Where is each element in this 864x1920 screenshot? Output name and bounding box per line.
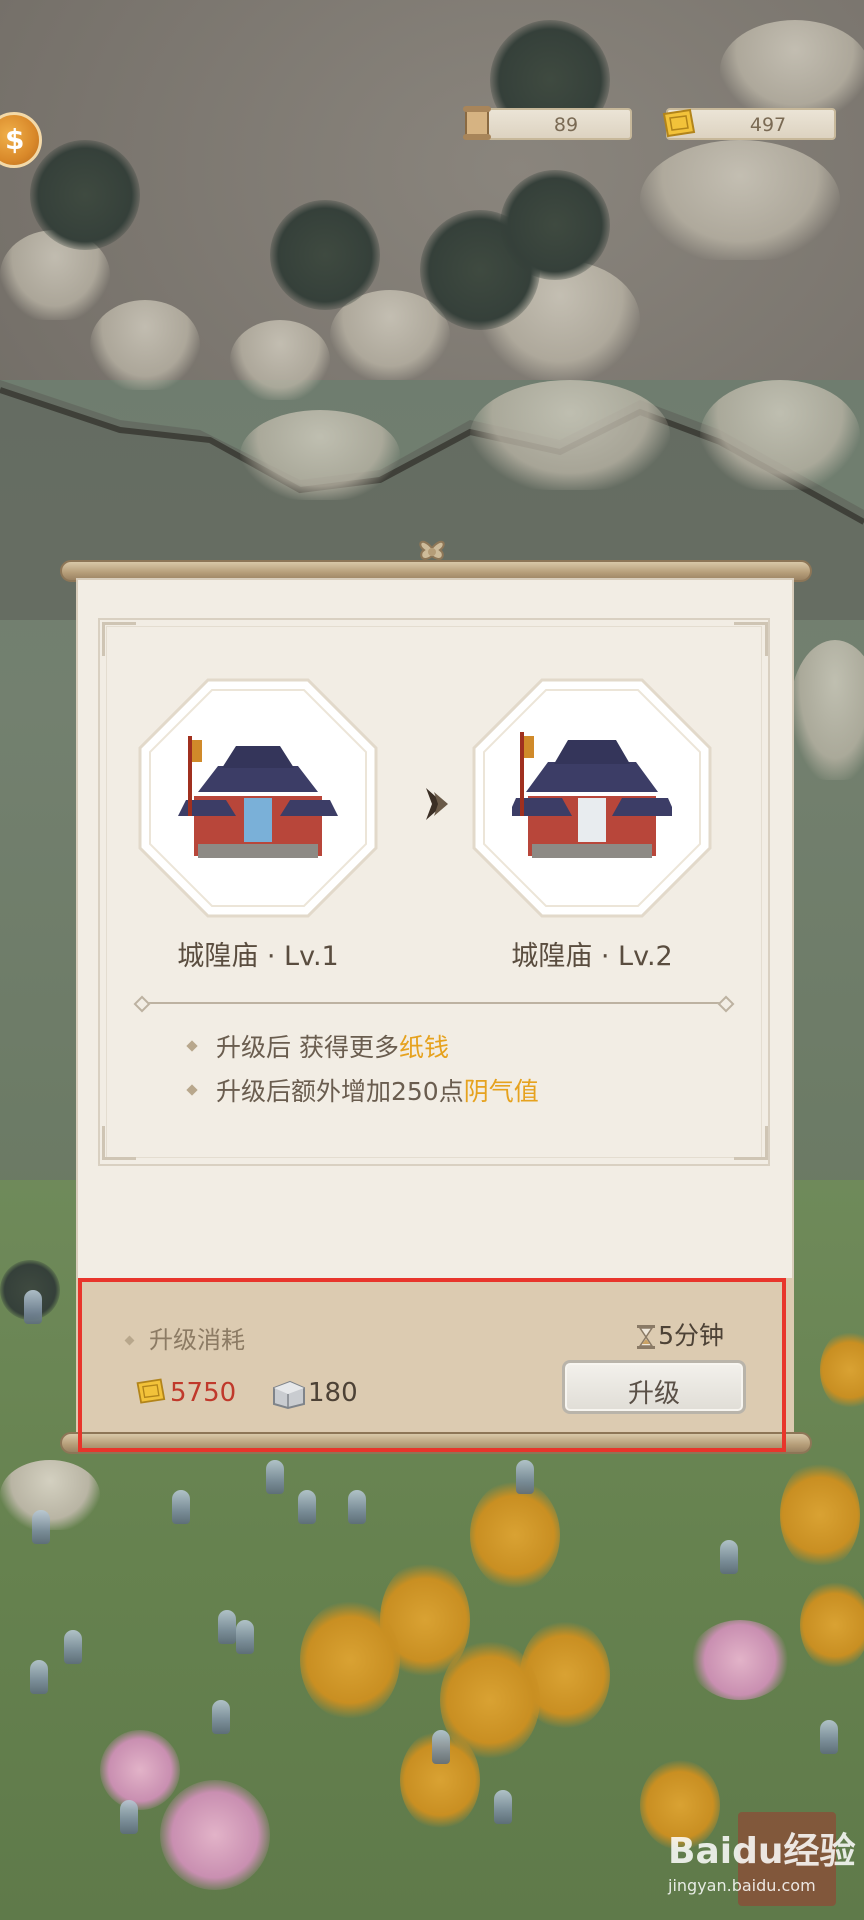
ghost-villager [24,1290,42,1324]
ghost-villager [218,1610,236,1644]
watermark-url: jingyan.baidu.com [668,1876,816,1895]
reed-clump [700,380,860,490]
benefit-item: 升级后 获得更多纸钱 [186,1028,449,1064]
corner-ornament [102,622,136,656]
paper-money-count: 497 [749,114,787,136]
coin-glyph: $ [5,123,25,156]
paper-money-icon [662,108,696,138]
blossom-tree [690,1620,790,1700]
current-building-card [138,678,378,918]
ghost-villager [820,1720,838,1754]
autumn-tree [780,1460,860,1570]
ghost-villager [212,1700,230,1734]
ghost-villager [236,1620,254,1654]
scroll-icon [463,106,491,140]
city-god-temple-icon [512,732,672,858]
ghost-villager [120,1800,138,1834]
next-building-card [472,678,712,918]
autumn-tree [470,1480,560,1590]
autumn-tree [800,1580,864,1670]
ghost-villager [494,1790,512,1824]
blossom-tree [100,1730,180,1810]
ghost-villager [298,1490,316,1524]
reed-clump [720,20,864,120]
ghost-villager [32,1510,50,1544]
pine-tree [270,200,380,310]
ghost-villager [266,1460,284,1494]
benefit-text: 升级后额外增加250点 [216,1077,464,1106]
bullet-icon [186,1084,198,1096]
reed-clump [240,410,400,500]
annotation-highlight-box [78,1278,786,1452]
ghost-villager [516,1460,534,1494]
white-blossom-tree [0,1460,100,1530]
corner-ornament [734,1126,768,1160]
benefit-text: 升级后 获得更多 [216,1033,399,1062]
arrow-right-icon [426,788,448,820]
reed-clump [470,380,670,490]
ghost-villager [172,1490,190,1524]
benefit-highlight: 阴气值 [463,1077,539,1106]
ghost-villager [64,1630,82,1664]
ghost-villager [348,1490,366,1524]
next-building-name: 城隍庙 · Lv.2 [511,941,673,972]
benefit-item: 升级后额外增加250点阴气值 [186,1072,539,1108]
knot-ornament [419,540,445,560]
scroll-counter: 89 [463,106,632,140]
ghost-villager [30,1660,48,1694]
corner-ornament [102,1126,136,1160]
divider [144,1002,724,1004]
city-god-temple-icon [178,736,338,858]
bullet-icon [186,1040,198,1052]
reed-clump [640,140,840,260]
paper-money-counter: 497 [662,108,836,140]
watermark-brand: Baidu经验 [668,1831,856,1872]
corner-ornament [734,622,768,656]
reed-clump [90,300,200,390]
ghost-villager [432,1730,450,1764]
current-building-name: 城隍庙 · Lv.1 [177,941,339,972]
pine-tree [30,140,140,250]
pine-tree [500,170,610,280]
autumn-tree [300,1600,400,1720]
ghost-villager [720,1540,738,1574]
scroll-count: 89 [553,114,579,136]
reed-clump [230,320,330,400]
blossom-tree [160,1780,270,1890]
benefit-highlight: 纸钱 [398,1033,449,1062]
